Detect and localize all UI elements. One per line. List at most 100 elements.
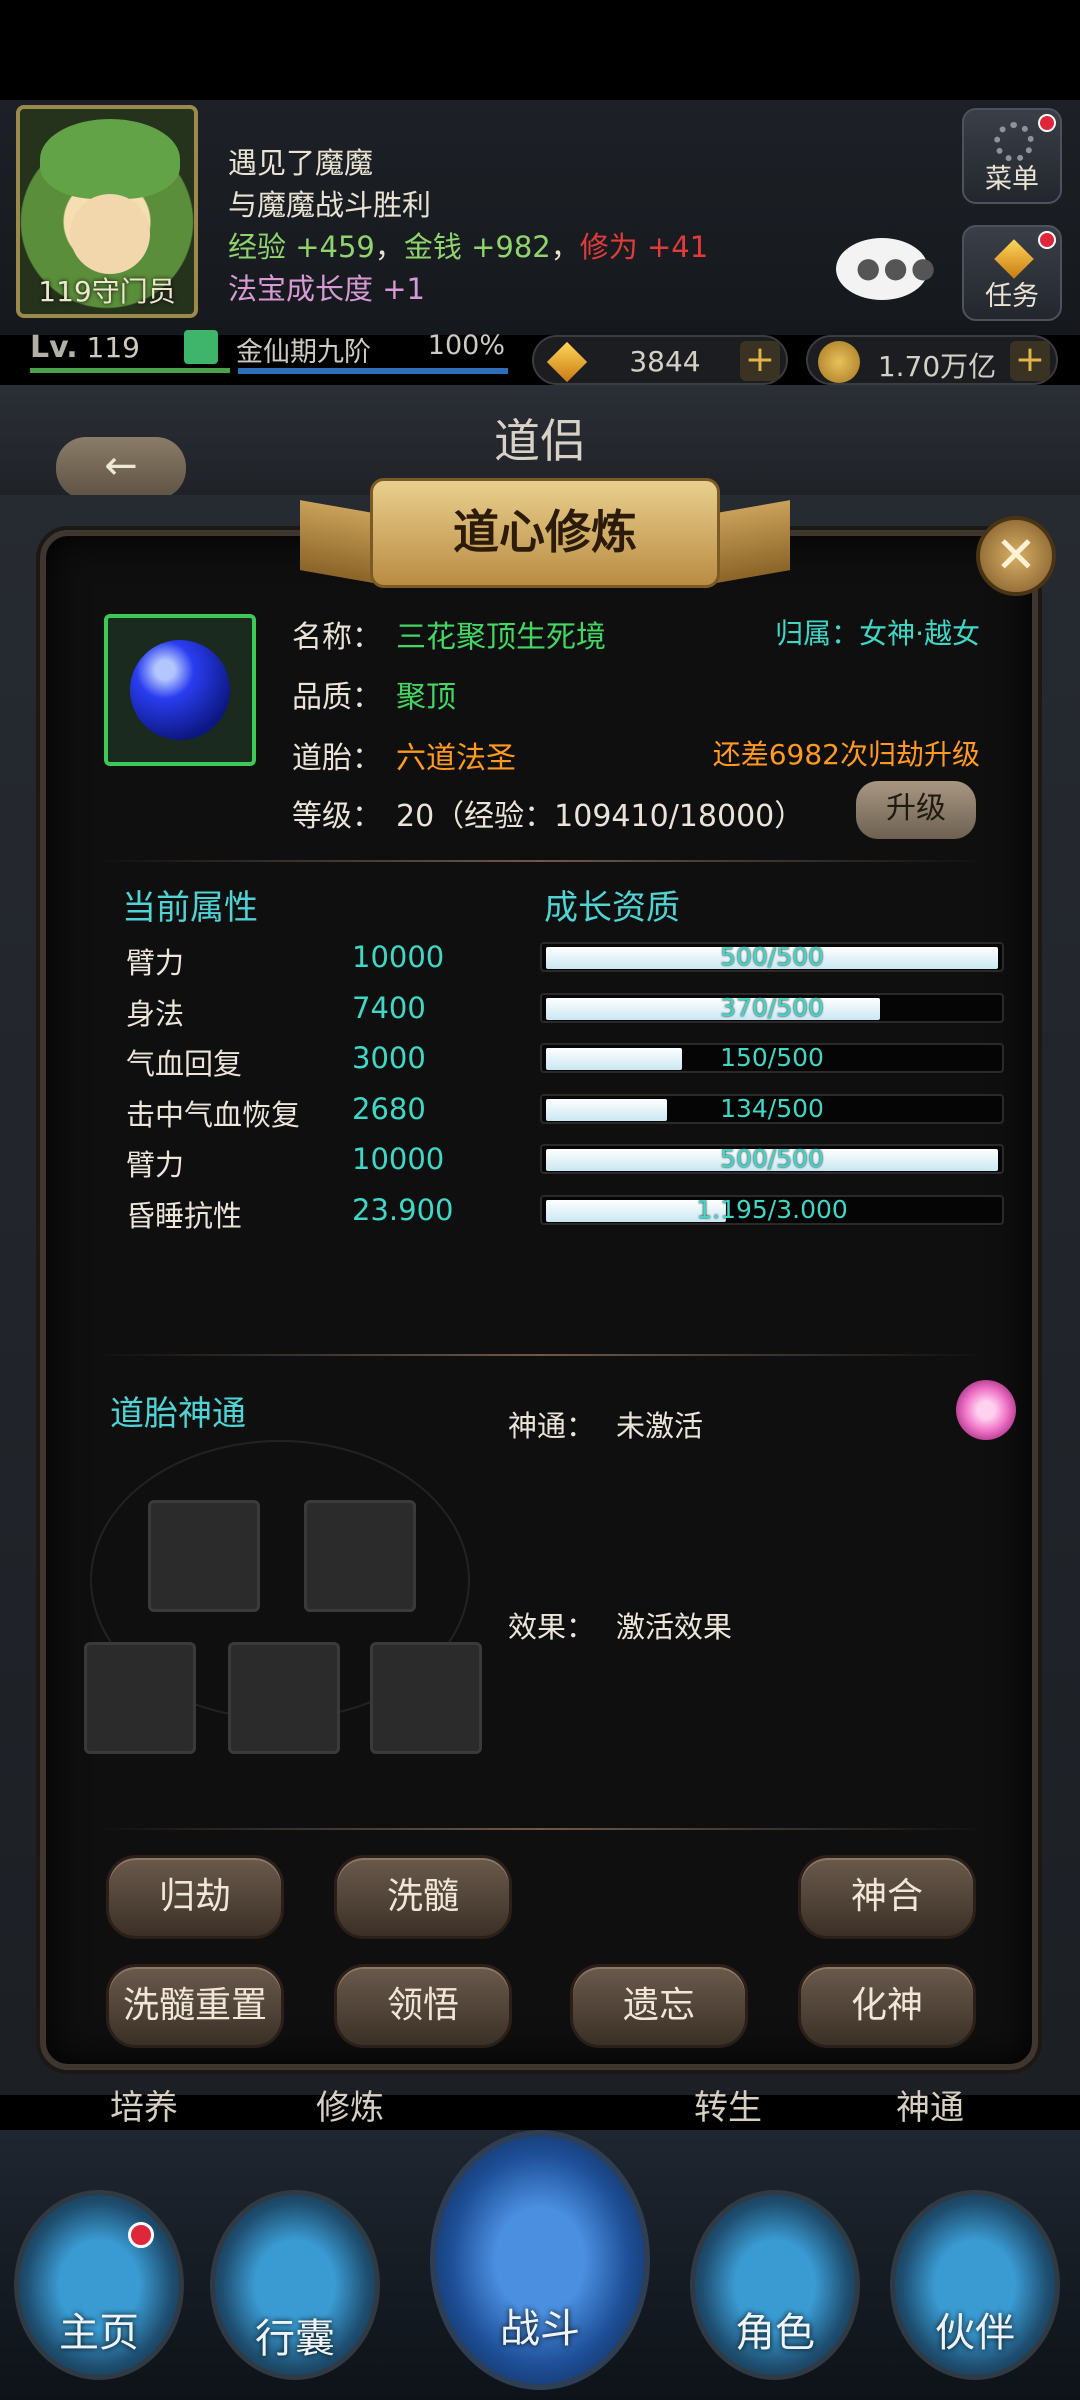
level-exp-bar: [30, 368, 230, 373]
gold-counter: 1.70万亿 +: [806, 335, 1058, 385]
log-exp: 经验 +459: [228, 230, 375, 264]
level-prefix: Lv.: [30, 330, 78, 365]
menu-button[interactable]: 菜单: [962, 108, 1062, 204]
task-label: 任务: [985, 281, 1039, 312]
divider: [92, 1828, 988, 1830]
quality-value: 聚顶: [396, 680, 456, 715]
log-money: 金钱 +982: [403, 230, 551, 264]
divine-title: 道胎神通: [110, 1394, 246, 1434]
dialog-banner: 道心修炼: [300, 478, 790, 588]
gem-value: 3844: [629, 345, 701, 378]
attr-value: 2680: [352, 1091, 426, 1126]
back-button[interactable]: ←: [56, 437, 186, 499]
player-title: 119守门员: [38, 275, 176, 308]
task-button[interactable]: 任务: [962, 225, 1062, 321]
embryo-label: 道胎：: [292, 741, 382, 776]
divine-slot[interactable]: [370, 1642, 482, 1754]
divine-label: 神通：: [508, 1409, 596, 1443]
growth-bar-label: 370/500: [720, 992, 824, 1022]
blue-orb-icon: [130, 640, 230, 740]
level-row: 等级： 20（经验：109410/18000）: [292, 791, 804, 835]
gear-icon: [994, 122, 1034, 162]
embryo-row: 道胎： 六道法圣: [292, 733, 516, 777]
growth-bar: 1.195/3.000: [540, 1194, 1004, 1225]
tab-peiyang[interactable]: 培养: [54, 2080, 234, 2129]
attr-value: 10000: [352, 1142, 445, 1176]
log-separator: ，: [374, 230, 404, 264]
nav-partner-label: 伙伴: [935, 2310, 1015, 2356]
tab-zhuansheng[interactable]: 转生: [638, 2080, 818, 2129]
attr-name: 击中气血恢复: [126, 1097, 301, 1132]
upgrade-button[interactable]: 升级: [856, 781, 976, 839]
effect-value: 激活效果: [616, 1610, 733, 1644]
divine-status: 未激活: [616, 1409, 704, 1443]
menu-label: 菜单: [985, 164, 1039, 195]
add-gold-button[interactable]: +: [1010, 341, 1050, 381]
attr-name: 身法: [126, 996, 185, 1031]
close-button[interactable]: ✕: [976, 516, 1056, 596]
attr-name: 臂力: [126, 1148, 185, 1182]
realm-progress-bar: [238, 368, 508, 374]
flower-icon[interactable]: [956, 1380, 1016, 1440]
lingwu-button[interactable]: 领悟: [334, 1964, 512, 2048]
add-gems-button[interactable]: +: [740, 341, 780, 381]
divine-slot[interactable]: [304, 1500, 416, 1612]
chat-bubble-icon[interactable]: ●●●: [836, 238, 935, 300]
log-separator: ，: [550, 230, 580, 264]
avatar-face: [70, 194, 150, 274]
growth-bar-label: 500/500: [720, 1144, 824, 1173]
nav-bag-label: 行囊: [255, 2316, 335, 2362]
dialog-title: 道心修炼: [453, 505, 637, 559]
realm-percent: 100%: [427, 330, 505, 361]
embryo-value: 六道法圣: [396, 741, 516, 776]
item-name: 三花聚顶生死境: [396, 620, 606, 655]
nav-home-label: 主页: [59, 2310, 139, 2356]
item-affiliation: 归属：女神·越女: [775, 617, 980, 650]
nav-role-label: 角色: [735, 2310, 815, 2356]
attr-name: 臂力: [126, 946, 185, 980]
task-gem-icon: [994, 239, 1034, 279]
yiwang-button[interactable]: 遗忘: [570, 1964, 748, 2048]
xisui-reset-button[interactable]: 洗髓重置: [106, 1964, 284, 2048]
divider: [92, 860, 988, 862]
divine-slot[interactable]: [84, 1642, 196, 1754]
level-value: 119: [86, 331, 140, 364]
growth-bar-label: 134/500: [720, 1093, 824, 1123]
attr-name: 昏睡抗性: [126, 1198, 243, 1233]
divine-slot[interactable]: [228, 1642, 340, 1754]
coin-icon: [818, 341, 860, 383]
tab-shentong[interactable]: 神通: [840, 2080, 1020, 2129]
effect-label: 效果：: [508, 1610, 596, 1644]
level-value: 20（经验：109410/18000）: [396, 799, 805, 834]
leaf-hat: [40, 119, 180, 199]
attr-value: 7400: [352, 990, 426, 1025]
nav-battle-label: 战斗: [500, 2306, 580, 2352]
item-slot[interactable]: [104, 614, 256, 766]
notification-dot: [1038, 114, 1056, 132]
guijie-button[interactable]: 归劫: [106, 1855, 284, 1939]
log-line: 与魔魔战斗胜利: [228, 188, 432, 222]
gem-icon: [546, 341, 588, 383]
log-rewards: 经验 +459，金钱 +982，修为 +41: [228, 226, 708, 268]
level-label: 等级：: [292, 799, 382, 834]
gold-value: 1.70万亿: [877, 350, 997, 383]
battle-log: 遇见了魔魔 与魔魔战斗胜利 经验 +459，金钱 +982，修为 +41 法宝成…: [228, 142, 708, 310]
xisui-button[interactable]: 洗髓: [334, 1855, 512, 1939]
ellipsis-icon: ●●●: [856, 251, 939, 284]
divider: [92, 1354, 988, 1356]
level-up-icon[interactable]: [184, 330, 218, 364]
quality-row: 品质： 聚顶: [292, 672, 456, 716]
huashen-button[interactable]: 化神: [798, 1964, 976, 2048]
shenhe-button[interactable]: 神合: [798, 1855, 976, 1939]
attr-value: 3000: [352, 1041, 426, 1075]
growth-bar-label: 1.195/3.000: [696, 1194, 848, 1224]
growth-bar: 370/500: [540, 992, 1004, 1023]
growth-bar: 134/500: [540, 1093, 1004, 1124]
tab-xiulian[interactable]: 修炼: [260, 2080, 440, 2129]
growth-title: 成长资质: [544, 888, 680, 928]
divine-slot[interactable]: [148, 1500, 260, 1612]
growth-bar: 500/500: [540, 942, 1004, 972]
attr-value: 10000: [352, 940, 445, 974]
growth-bar: 500/500: [540, 1144, 1004, 1174]
item-name-row: 名称： 三花聚顶生死境: [292, 612, 606, 656]
